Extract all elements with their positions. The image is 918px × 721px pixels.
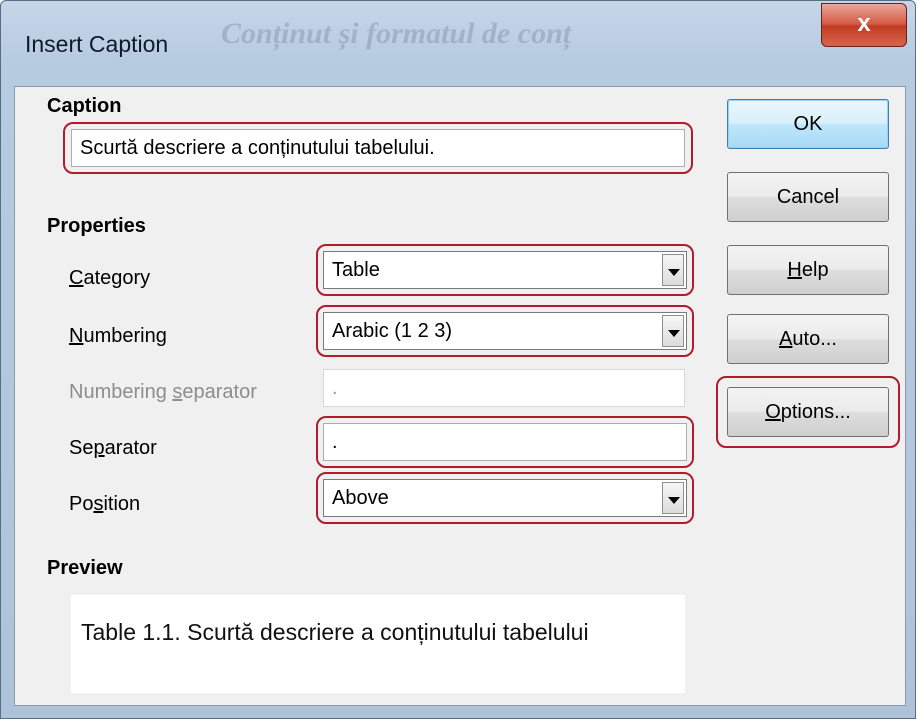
position-select[interactable]: Above [323, 479, 687, 517]
numbering-select[interactable]: Arabic (1 2 3) [323, 312, 687, 350]
help-button[interactable]: Help [727, 245, 889, 295]
close-button[interactable]: x [821, 3, 907, 47]
numbering-separator-input: . [323, 369, 685, 407]
numbering-separator-label: Numbering separator [69, 381, 257, 403]
preview-section-label: Preview [47, 557, 123, 579]
preview-box: Table 1.1. Scurtă descriere a conținutul… [71, 595, 685, 693]
cancel-button[interactable]: Cancel [727, 172, 889, 222]
numbering-dropdown-arrow-icon[interactable] [662, 315, 684, 347]
position-label: Position [69, 493, 141, 515]
close-icon: x [857, 10, 871, 37]
title-bar[interactable]: Conținut și formatul de conț Insert Capt… [1, 1, 915, 87]
position-dropdown-arrow-icon[interactable] [662, 482, 684, 514]
preview-text: Table 1.1. Scurtă descriere a conținutul… [81, 619, 589, 645]
dialog-client-area: Caption Scurtă descriere a conținutului … [14, 86, 906, 706]
properties-section-label: Properties [47, 215, 146, 237]
position-value: Above [332, 487, 389, 509]
category-dropdown-arrow-icon[interactable] [662, 254, 684, 286]
category-value: Table [332, 259, 380, 281]
separator-label: Separator [69, 437, 157, 459]
category-select[interactable]: Table [323, 251, 687, 289]
background-watermark-text: Conținut și formatul de conț [221, 17, 572, 50]
window-title: Insert Caption [25, 31, 169, 57]
caption-input[interactable]: Scurtă descriere a conținutului tabelulu… [71, 129, 685, 167]
insert-caption-dialog: Conținut și formatul de conț Insert Capt… [0, 0, 916, 719]
category-label: Category [69, 267, 151, 289]
auto-button[interactable]: Auto... [727, 314, 889, 364]
numbering-label: Numbering [69, 325, 167, 347]
ok-button[interactable]: OK [727, 99, 889, 149]
caption-section-label: Caption [47, 95, 122, 117]
separator-input[interactable]: . [323, 423, 687, 461]
numbering-value: Arabic (1 2 3) [332, 320, 453, 342]
options-button[interactable]: Options... [727, 387, 889, 437]
